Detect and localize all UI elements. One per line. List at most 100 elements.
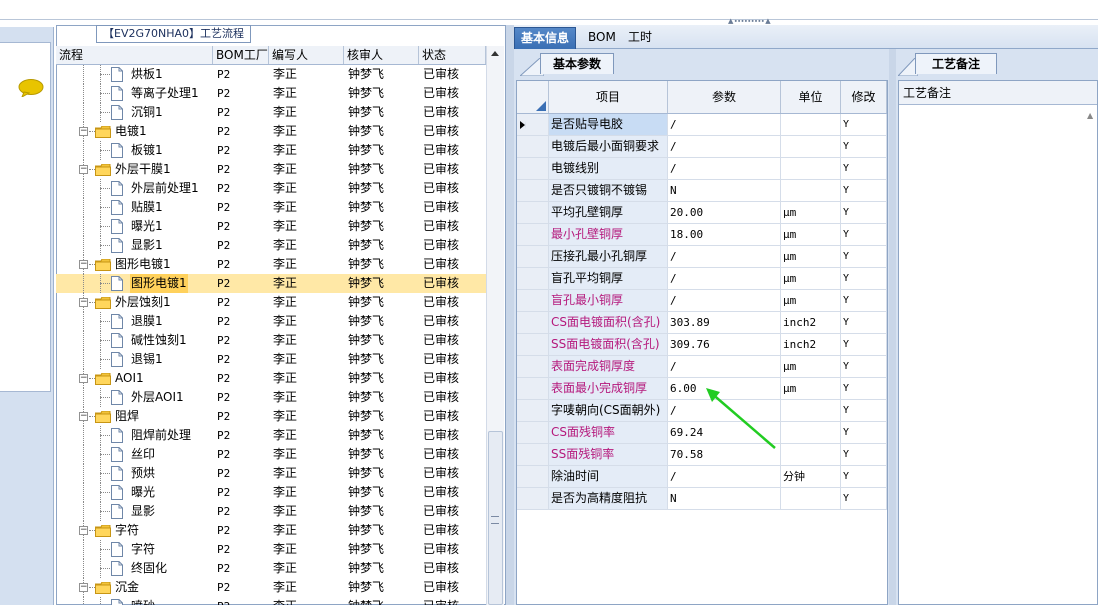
tree-row[interactable]: 显影 P2 李正 钟梦飞 已审核 (56, 502, 486, 521)
col-header-modify[interactable]: 修改 (841, 81, 887, 113)
tree-row[interactable]: 图形电镀1 P2 李正 钟梦飞 已审核 (56, 274, 486, 293)
tree-cell-process[interactable]: − 沉金 (56, 578, 213, 597)
param-cell-unit[interactable] (781, 158, 841, 179)
row-indicator[interactable] (517, 334, 549, 355)
param-cell-value[interactable]: / (668, 246, 781, 267)
param-row[interactable]: 盲孔平均铜厚 / μm Y (517, 268, 887, 290)
param-cell-unit[interactable]: μm (781, 224, 841, 245)
param-cell-unit[interactable]: μm (781, 290, 841, 311)
col-header-item[interactable]: 项目 (549, 81, 668, 113)
col-header-unit[interactable]: 单位 (781, 81, 841, 113)
col-header-bom[interactable]: BOM工厂 (213, 46, 269, 64)
param-cell-value[interactable]: / (668, 158, 781, 179)
param-cell-value[interactable]: / (668, 400, 781, 421)
splitter-handle[interactable]: ▲ ∙∙∙∙∙∙∙∙∙ ▲ (728, 18, 798, 25)
row-indicator[interactable] (517, 202, 549, 223)
tree-cell-process[interactable]: 沉铜1 (56, 103, 213, 122)
row-indicator[interactable] (517, 444, 549, 465)
tree-row[interactable]: 板镀1 P2 李正 钟梦飞 已审核 (56, 141, 486, 160)
tree-row[interactable]: 喷砂 P2李正钟梦飞已审核 (56, 597, 486, 605)
row-indicator[interactable] (517, 356, 549, 377)
param-cell-unit[interactable]: μm (781, 246, 841, 267)
tab-basic-info[interactable]: 基本信息 (514, 27, 577, 49)
tree-row[interactable]: − 外层蚀刻1 P2 李正 钟梦飞 已审核 (56, 293, 486, 312)
param-cell-value[interactable]: / (668, 356, 781, 377)
collapse-toggle-icon[interactable]: − (79, 127, 88, 136)
tree-cell-process[interactable]: 喷砂 (56, 597, 213, 605)
param-row[interactable]: 是否只镀铜不镀锡 N Y (517, 180, 887, 202)
param-row[interactable]: 是否为高精度阻抗 N Y (517, 488, 887, 510)
param-cell-unit[interactable] (781, 180, 841, 201)
param-row[interactable]: SS面电镀面积(含孔) 309.76 inch2 Y (517, 334, 887, 356)
tree-cell-process[interactable]: − AOI1 (56, 369, 213, 388)
param-cell-value[interactable]: / (668, 136, 781, 157)
param-cell-unit[interactable]: μm (781, 268, 841, 289)
tree-row[interactable]: 退锡1 P2 李正 钟梦飞 已审核 (56, 350, 486, 369)
tree-cell-process[interactable]: 碱性蚀刻1 (56, 331, 213, 350)
middle-splitter[interactable] (506, 25, 514, 605)
tab-bom[interactable]: BOM (582, 27, 622, 49)
tree-row[interactable]: 显影1 P2 李正 钟梦飞 已审核 (56, 236, 486, 255)
tree-vertical-scrollbar[interactable] (486, 46, 504, 605)
param-row[interactable]: 表面完成铜厚度 / μm Y (517, 356, 887, 378)
tree-row[interactable]: 曝光1 P2 李正 钟梦飞 已审核 (56, 217, 486, 236)
param-cell-value[interactable]: / (668, 268, 781, 289)
tree-row[interactable]: 外层AOI1 P2 李正 钟梦飞 已审核 (56, 388, 486, 407)
param-cell-unit[interactable]: inch2 (781, 334, 841, 355)
collapse-toggle-icon[interactable]: − (79, 374, 88, 383)
param-cell-value[interactable]: / (668, 114, 781, 135)
tree-cell-process[interactable]: 图形电镀1 (56, 274, 213, 293)
tree-cell-process[interactable]: 阻焊前处理 (56, 426, 213, 445)
collapse-toggle-icon[interactable]: − (79, 165, 88, 174)
tab-work-hours[interactable]: 工时 (622, 27, 658, 49)
tree-row[interactable]: − 外层干膜1 P2 李正 钟梦飞 已审核 (56, 160, 486, 179)
tree-row[interactable]: − 阻焊 P2 李正 钟梦飞 已审核 (56, 407, 486, 426)
param-cell-unit[interactable]: μm (781, 356, 841, 377)
col-header-status[interactable]: 状态 (419, 46, 486, 64)
tree-cell-process[interactable]: 外层前处理1 (56, 179, 213, 198)
tree-cell-process[interactable]: − 图形电镀1 (56, 255, 213, 274)
tree-cell-process[interactable]: − 外层干膜1 (56, 160, 213, 179)
param-row[interactable]: SS面残铜率 70.58 Y (517, 444, 887, 466)
tab-process-notes[interactable]: 工艺备注 (915, 53, 997, 74)
col-header-reviewer[interactable]: 核审人 (344, 46, 419, 64)
tree-row[interactable]: 外层前处理1 P2 李正 钟梦飞 已审核 (56, 179, 486, 198)
param-row[interactable]: 压接孔最小孔铜厚 / μm Y (517, 246, 887, 268)
param-row[interactable]: 是否贴导电胶 / Y (517, 114, 887, 136)
param-row[interactable]: 电镀线别 / Y (517, 158, 887, 180)
param-cell-value[interactable]: 303.89 (668, 312, 781, 333)
param-cell-unit[interactable]: inch2 (781, 312, 841, 333)
tree-cell-process[interactable]: − 阻焊 (56, 407, 213, 426)
tree-row[interactable]: 烘板1 P2 李正 钟梦飞 已审核 (56, 65, 486, 84)
scroll-up-arrow-icon[interactable] (491, 51, 499, 56)
tree-cell-process[interactable]: 退膜1 (56, 312, 213, 331)
collapse-toggle-icon[interactable]: − (79, 526, 88, 535)
tree-cell-process[interactable]: 等离子处理1 (56, 84, 213, 103)
row-indicator[interactable] (517, 488, 549, 509)
tree-row[interactable]: 曝光 P2 李正 钟梦飞 已审核 (56, 483, 486, 502)
param-cell-value[interactable]: N (668, 488, 781, 509)
tree-cell-process[interactable]: − 外层蚀刻1 (56, 293, 213, 312)
param-cell-value[interactable]: 69.24 (668, 422, 781, 443)
speech-bubble-icon[interactable] (18, 79, 44, 97)
param-cell-value[interactable]: 18.00 (668, 224, 781, 245)
param-row[interactable]: 字唛朝向(CS面朝外) / Y (517, 400, 887, 422)
tree-cell-process[interactable]: 终固化 (56, 559, 213, 578)
tree-cell-process[interactable]: − 字符 (56, 521, 213, 540)
tree-row[interactable]: − 电镀1 P2 李正 钟梦飞 已审核 (56, 122, 486, 141)
param-row[interactable]: 表面最小完成铜厚 6.00 μm Y (517, 378, 887, 400)
param-row[interactable]: 盲孔最小铜厚 / μm Y (517, 290, 887, 312)
param-row[interactable]: 平均孔壁铜厚 20.00 μm Y (517, 202, 887, 224)
row-indicator[interactable] (517, 290, 549, 311)
tree-cell-process[interactable]: 曝光 (56, 483, 213, 502)
tree-row[interactable]: 等离子处理1 P2 李正 钟梦飞 已审核 (56, 84, 486, 103)
tree-row[interactable]: − 沉金 P2 李正 钟梦飞 已审核 (56, 578, 486, 597)
param-cell-value[interactable]: 309.76 (668, 334, 781, 355)
param-cell-unit[interactable] (781, 488, 841, 509)
param-row[interactable]: CS面残铜率 69.24 Y (517, 422, 887, 444)
col-header-value[interactable]: 参数 (668, 81, 781, 113)
param-cell-value[interactable]: / (668, 290, 781, 311)
row-indicator[interactable] (517, 268, 549, 289)
notes-scroll-up-icon[interactable]: ▲ (1087, 111, 1095, 120)
param-row[interactable]: 电镀后最小面铜要求 / Y (517, 136, 887, 158)
